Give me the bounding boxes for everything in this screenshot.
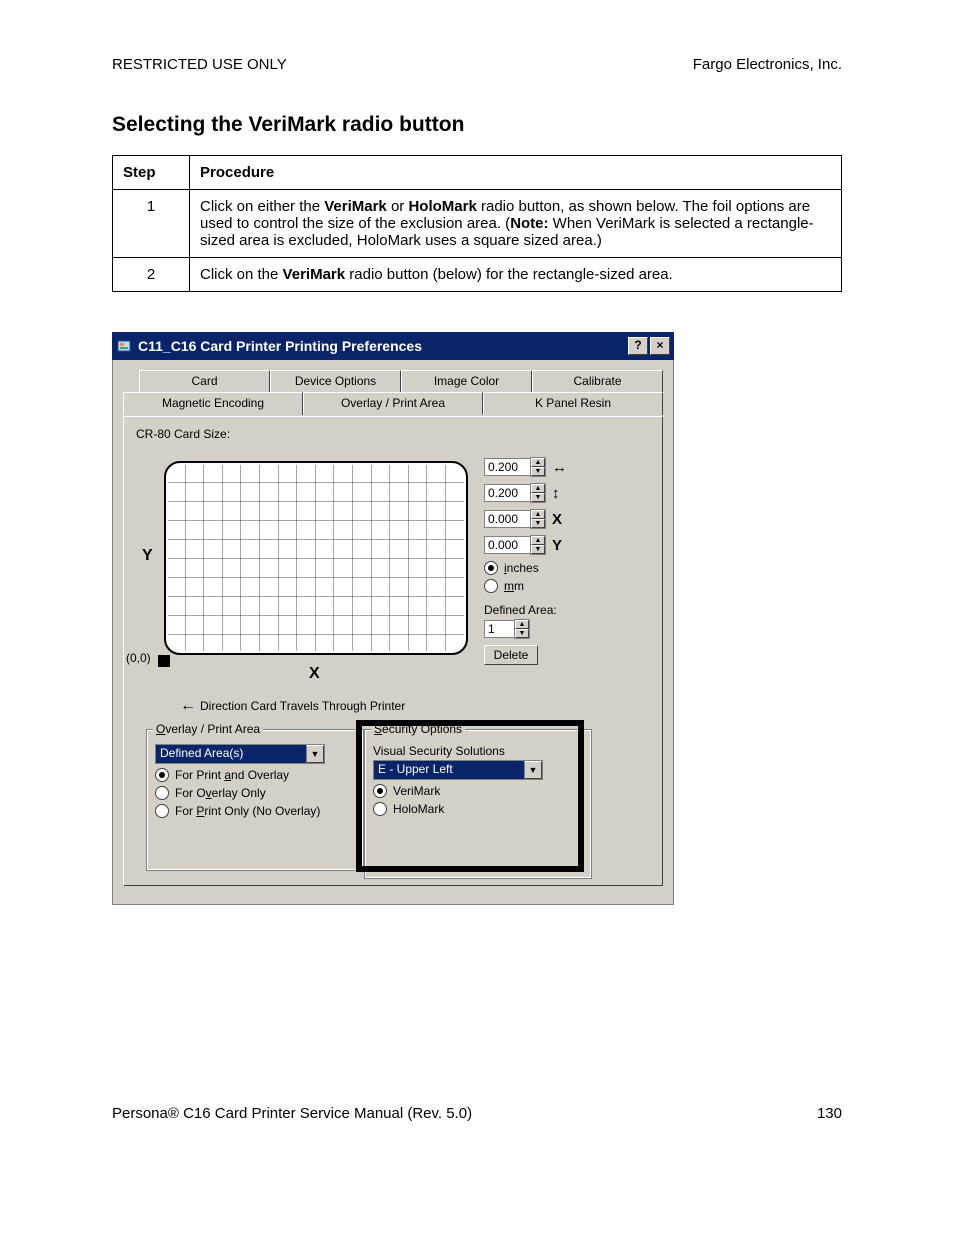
x-input[interactable]: 0.000 xyxy=(484,510,530,528)
dialog-titlebar[interactable]: C11_C16 Card Printer Printing Preference… xyxy=(112,332,674,360)
card-preview[interactable] xyxy=(164,461,464,661)
holomark-radio[interactable]: HoloMark xyxy=(373,802,583,816)
verimark-radio[interactable]: VeriMark xyxy=(373,784,583,798)
radio-icon xyxy=(484,561,498,575)
overlay-print-area-group: Overlay / Print Area Defined Area(s) ▼ F… xyxy=(146,729,364,871)
text: Click on the xyxy=(200,266,283,283)
step-number: 1 xyxy=(113,190,190,258)
dialog-screenshot: C11_C16 Card Printer Printing Preference… xyxy=(112,332,674,905)
chevron-down-icon[interactable]: ▼ xyxy=(524,761,542,779)
radio-icon xyxy=(373,784,387,798)
text: Click on either the xyxy=(200,198,324,215)
radio-icon xyxy=(155,768,169,782)
origin-marker xyxy=(158,655,170,667)
combo-value: Defined Area(s) xyxy=(156,745,306,763)
procedure-cell: Click on the VeriMark radio button (belo… xyxy=(190,258,842,292)
y-axis-label: Y xyxy=(142,547,153,565)
spinner-buttons[interactable]: ▲▼ xyxy=(530,509,546,529)
th-procedure: Procedure xyxy=(190,156,842,190)
tab-panel: CR-80 Card Size: Y X (0,0) ← Direction C… xyxy=(123,416,663,886)
overlay-only-radio[interactable]: For Overlay Only xyxy=(155,786,355,800)
radio-icon xyxy=(155,804,169,818)
height-input[interactable]: 0.200 xyxy=(484,484,530,502)
card-size-label: CR-80 Card Size: xyxy=(136,427,650,441)
combo-value: E - Upper Left xyxy=(374,761,524,779)
restricted-label: RESTRICTED USE ONLY xyxy=(112,56,287,73)
height-spinner[interactable]: 0.200 ▲▼ ↕ xyxy=(484,483,634,503)
tab-card[interactable]: Card xyxy=(139,370,270,392)
bold: VeriMark xyxy=(283,266,346,283)
defined-area-input[interactable]: 1 xyxy=(484,620,514,638)
width-spinner[interactable]: 0.200 ▲▼ ↔ xyxy=(484,457,634,477)
procedure-cell: Click on either the VeriMark or HoloMark… xyxy=(190,190,842,258)
bold: HoloMark xyxy=(408,198,476,215)
text: Direction Card Travels Through Printer xyxy=(200,699,405,713)
direction-label: ← Direction Card Travels Through Printer xyxy=(180,697,405,715)
spinner-buttons[interactable]: ▲▼ xyxy=(530,457,546,477)
x-icon: X xyxy=(552,511,576,528)
section-title: Selecting the VeriMark radio button xyxy=(112,113,842,137)
step-number: 2 xyxy=(113,258,190,292)
tab-calibrate[interactable]: Calibrate xyxy=(532,370,663,392)
mm-radio[interactable]: mm xyxy=(484,579,634,593)
tab-magnetic-encoding[interactable]: Magnetic Encoding xyxy=(123,392,303,415)
visual-security-label: Visual Security Solutions xyxy=(373,744,583,758)
procedure-table: Step Procedure 1 Click on either the Ver… xyxy=(112,155,842,292)
print-and-overlay-radio[interactable]: For Print and Overlay xyxy=(155,768,355,782)
manual-title: Persona® C16 Card Printer Service Manual… xyxy=(112,1105,472,1122)
tab-image-color[interactable]: Image Color xyxy=(401,370,532,392)
th-step: Step xyxy=(113,156,190,190)
table-row: 1 Click on either the VeriMark or HoloMa… xyxy=(113,190,842,258)
y-spinner[interactable]: 0.000 ▲▼ Y xyxy=(484,535,634,555)
security-options-group: Security Options Visual Security Solutio… xyxy=(364,729,592,879)
text: radio button (below) for the rectangle-s… xyxy=(345,266,673,283)
chevron-down-icon[interactable]: ▼ xyxy=(306,745,324,763)
delete-button[interactable]: Delete xyxy=(484,645,538,665)
bold: VeriMark xyxy=(324,198,387,215)
print-only-radio[interactable]: For Print Only (No Overlay) xyxy=(155,804,355,818)
y-icon: Y xyxy=(552,537,576,554)
text: nches xyxy=(507,561,539,575)
spinner-buttons[interactable]: ▲▼ xyxy=(530,535,546,555)
arrow-left-icon: ← xyxy=(180,697,196,715)
width-input[interactable]: 0.200 xyxy=(484,458,530,476)
help-button[interactable]: ? xyxy=(628,337,648,355)
text: m xyxy=(514,579,524,593)
dialog-title: C11_C16 Card Printer Printing Preference… xyxy=(138,338,422,354)
company-label: Fargo Electronics, Inc. xyxy=(693,56,842,73)
text: VeriMark xyxy=(393,784,440,798)
tab-k-panel-resin[interactable]: K Panel Resin xyxy=(483,392,663,415)
x-spinner[interactable]: 0.000 ▲▼ X xyxy=(484,509,634,529)
bold: Note: xyxy=(510,215,548,232)
tab-device-options[interactable]: Device Options xyxy=(270,370,401,392)
overlay-area-combo[interactable]: Defined Area(s) ▼ xyxy=(155,744,325,764)
height-icon: ↕ xyxy=(552,485,576,502)
visual-security-combo[interactable]: E - Upper Left ▼ xyxy=(373,760,543,780)
defined-area-label: Defined Area: xyxy=(484,603,634,617)
x-axis-label: X xyxy=(309,665,320,683)
width-icon: ↔ xyxy=(552,459,576,476)
y-input[interactable]: 0.000 xyxy=(484,536,530,554)
inches-radio[interactable]: inches xyxy=(484,561,634,575)
text: HoloMark xyxy=(393,802,444,816)
text: or xyxy=(387,198,409,215)
spinner-buttons[interactable]: ▲▼ xyxy=(514,619,530,639)
app-icon xyxy=(116,338,132,354)
origin-label: (0,0) xyxy=(126,651,151,665)
close-button[interactable]: × xyxy=(650,337,670,355)
table-row: 2 Click on the VeriMark radio button (be… xyxy=(113,258,842,292)
radio-icon xyxy=(484,579,498,593)
spinner-buttons[interactable]: ▲▼ xyxy=(530,483,546,503)
radio-icon xyxy=(155,786,169,800)
radio-icon xyxy=(373,802,387,816)
tab-overlay-print-area[interactable]: Overlay / Print Area xyxy=(303,392,483,415)
page-number: 130 xyxy=(817,1105,842,1122)
